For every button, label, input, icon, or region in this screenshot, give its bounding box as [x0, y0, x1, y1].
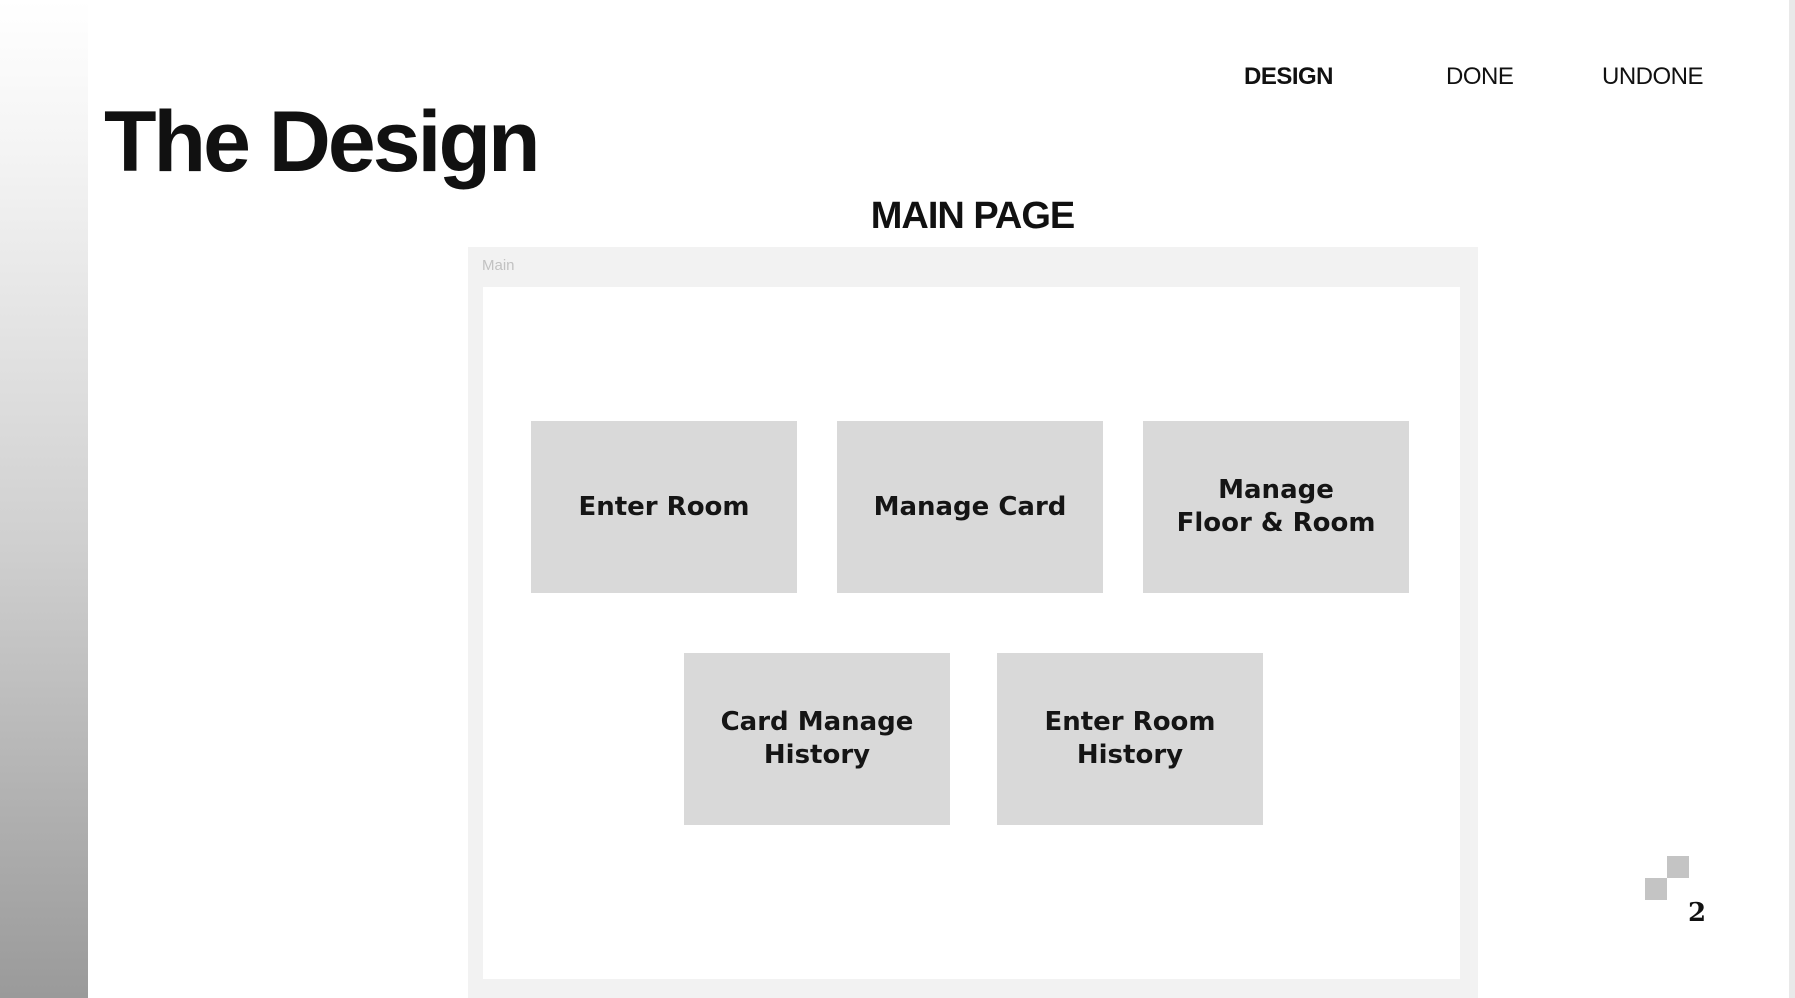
- nav-item-undone[interactable]: UNDONE: [1602, 62, 1704, 92]
- section-title: MAIN PAGE: [870, 195, 1076, 237]
- enter-room-button[interactable]: Enter Room: [531, 421, 797, 593]
- squares-logo-icon: [1645, 856, 1691, 902]
- enter-room-history-button[interactable]: Enter Room History: [997, 653, 1263, 825]
- nav-item-done[interactable]: DONE: [1446, 62, 1514, 92]
- logo-square: [1667, 856, 1689, 878]
- manage-card-button[interactable]: Manage Card: [837, 421, 1103, 593]
- card-label: Manage Card: [873, 491, 1067, 522]
- nav-item-design[interactable]: DESIGN: [1244, 62, 1334, 92]
- mockup-canvas: Enter Room Manage Card Manage Floor & Ro…: [483, 287, 1460, 979]
- card-label: Enter Room: [578, 491, 750, 522]
- frame-label: Main: [482, 257, 515, 274]
- card-label: Card Manage History: [720, 707, 914, 770]
- left-gradient-strip: [0, 0, 88, 998]
- card-label: Enter Room History: [1044, 707, 1216, 770]
- card-label: Manage Floor & Room: [1176, 475, 1376, 538]
- mockup-frame: Main Enter Room Manage Card Manage Floor…: [468, 247, 1478, 998]
- logo-square: [1645, 878, 1667, 900]
- page-number: 2: [1688, 898, 1707, 928]
- page-title: The Design: [104, 94, 541, 190]
- right-edge-strip: [1789, 0, 1795, 998]
- manage-floor-room-button[interactable]: Manage Floor & Room: [1143, 421, 1409, 593]
- card-manage-history-button[interactable]: Card Manage History: [684, 653, 950, 825]
